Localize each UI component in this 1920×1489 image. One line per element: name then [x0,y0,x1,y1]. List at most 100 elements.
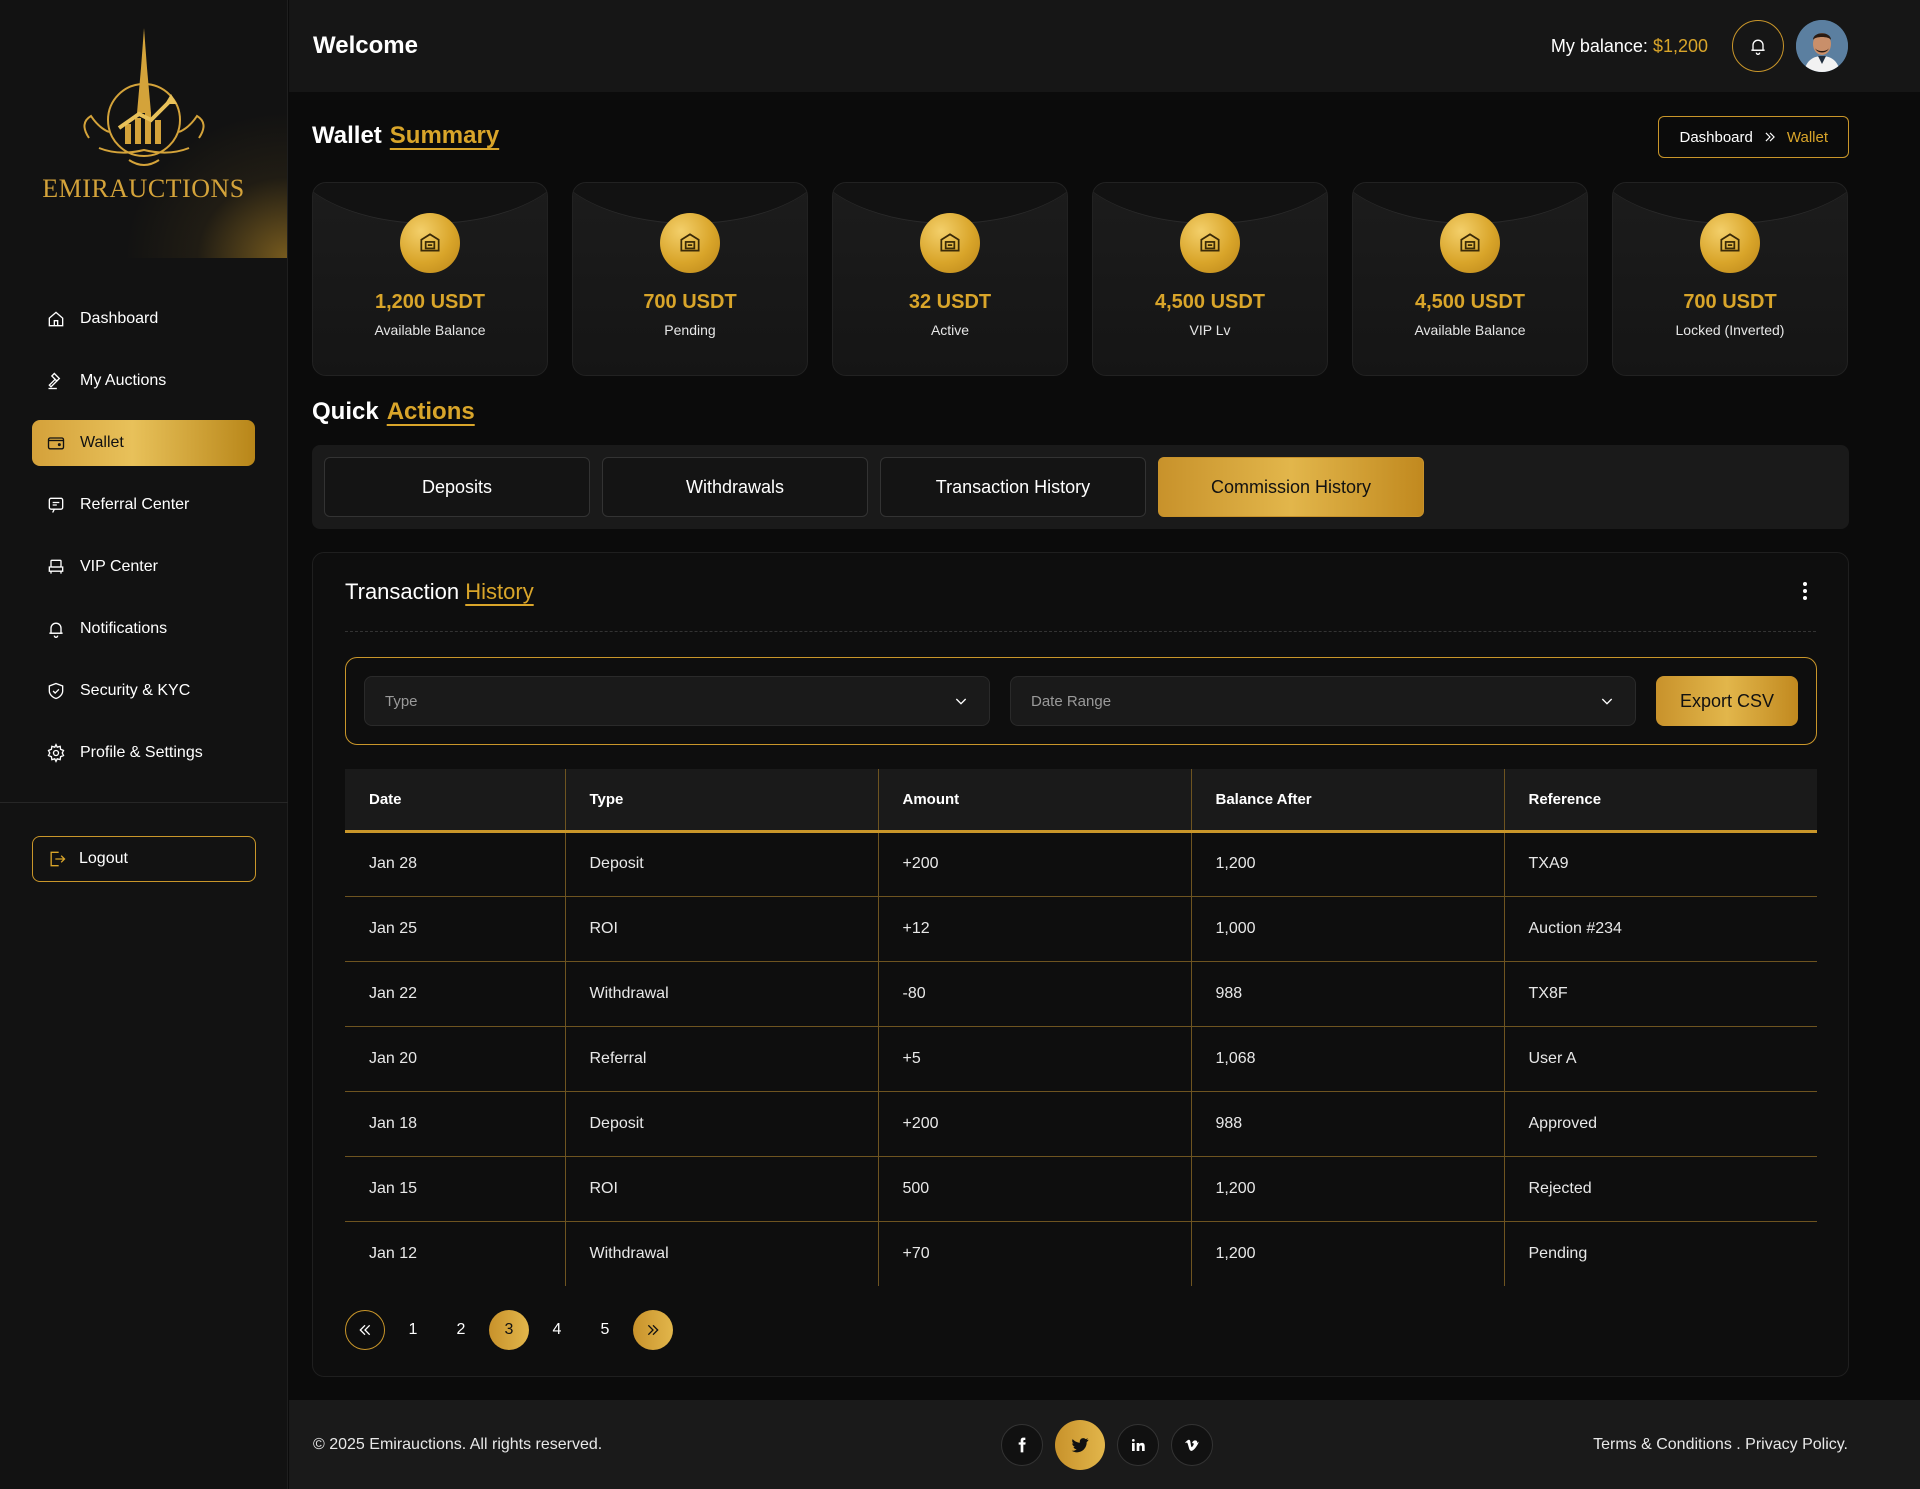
summary-cards: 1,200 USDT Available Balance 700 USDT Pe… [312,182,1848,376]
export-csv-button[interactable]: Export CSV [1656,676,1798,726]
card-label: Locked (Inverted) [1675,322,1785,338]
top-header: Welcome My balance: $1,200 [289,0,1920,92]
card-value: 4,500 USDT [1414,291,1526,313]
dashed-divider [345,631,1816,632]
table-cell: Withdrawal [564,961,878,1027]
table-row: Jan 15 ROI 500 1,200 Rejected [345,1156,1817,1222]
sidebar-item-label: Referral Center [80,496,190,513]
sidebar-item-referral-center[interactable]: Referral Center [32,482,255,528]
tab-withdrawals[interactable]: Withdrawals [602,457,868,517]
tab-deposits[interactable]: Deposits [324,457,590,517]
quick-actions-tabs: Deposits Withdrawals Transaction History… [312,445,1849,529]
table-cell: Jan 28 [345,831,565,897]
column-header: Date [345,769,565,833]
facebook-link[interactable] [1001,1424,1043,1466]
table-cell: ROI [564,1156,878,1222]
table-cell: +70 [877,1221,1191,1286]
table-header-row: Date Type Amount Balance After Reference [345,769,1817,833]
sidebar-item-wallet[interactable]: Wallet [32,420,255,466]
column-header: Reference [1503,769,1817,833]
summary-card: 32 USDT Active [832,182,1068,376]
next-page-button[interactable] [633,1310,673,1350]
chevron-down-icon [955,698,967,705]
table-cell: +12 [877,896,1191,962]
facebook-icon [1018,1437,1026,1453]
legal-links[interactable]: Terms & Conditions . Privacy Policy. [1593,1436,1848,1454]
linkedin-link[interactable] [1117,1424,1159,1466]
card-label: VIP Lv [1189,322,1231,338]
table-row: Jan 20 Referral +5 1,068 User A [345,1026,1817,1092]
table-cell: Approved [1503,1091,1817,1157]
table-row: Jan 12 Withdrawal +70 1,200 Pending [345,1221,1817,1286]
logout-icon [50,851,66,867]
wallet-summary-title: Wallet Summary [312,122,499,150]
title-part: Transaction [345,579,460,604]
sidebar: EMIRAUCTIONS Dashboard My Auctions Walle… [0,0,288,1489]
table-cell: Jan 20 [345,1026,565,1092]
gavel-icon [48,372,61,390]
table-cell: TXA9 [1503,831,1817,897]
vault-icon [1180,213,1240,273]
brand-name: EMIRAUCTIONS [42,174,245,203]
vault-icon [1440,213,1500,273]
title-accent: Actions [386,398,475,425]
card-label: Pending [664,322,716,338]
breadcrumb: Dashboard Wallet [1658,116,1849,158]
logo[interactable]: EMIRAUCTIONS [0,0,287,258]
vault-icon [400,213,460,273]
breadcrumb-dashboard-link[interactable]: Dashboard [1679,129,1752,146]
date-range-select[interactable]: Date Range [1010,676,1636,726]
card-value: 700 USDT [1683,291,1777,313]
user-avatar-icon [1796,20,1848,72]
copyright: © 2025 Emirauctions. All rights reserved… [313,1435,603,1453]
table-cell: Rejected [1503,1156,1817,1222]
table-cell: 1,000 [1190,896,1504,962]
sidebar-item-vip-center[interactable]: VIP Center [32,544,255,590]
title-accent: History [465,579,534,604]
logout-button[interactable]: Logout [32,836,256,882]
balance-label: My balance: [1550,35,1648,56]
table-cell: 1,200 [1190,831,1504,897]
twitter-link[interactable] [1055,1420,1105,1470]
sidebar-item-profile-settings[interactable]: Profile & Settings [32,730,255,776]
table-row: Jan 18 Deposit +200 988 Approved [345,1091,1817,1157]
summary-card: 4,500 USDT VIP Lv [1092,182,1328,376]
page-button[interactable]: 5 [585,1310,625,1350]
vault-icon [920,213,980,273]
page-button[interactable]: 1 [393,1310,433,1350]
sidebar-item-security-kyc[interactable]: Security & KYC [32,668,255,714]
sidebar-item-notifications[interactable]: Notifications [32,606,255,652]
title-accent: Summary [389,122,500,149]
more-options-button[interactable] [1802,581,1808,606]
double-chevron-left-icon [359,1324,371,1336]
vimeo-link[interactable] [1171,1424,1213,1466]
quick-actions-title: Quick Actions [312,398,475,426]
table-cell: 500 [877,1156,1191,1222]
avatar[interactable] [1796,20,1848,72]
page-button-current[interactable]: 3 [489,1310,529,1350]
sidebar-item-label: Wallet [80,434,124,451]
linkedin-icon [1132,1439,1145,1451]
wallet-icon [47,437,65,450]
bell-icon [49,622,63,638]
referral-icon [48,497,64,513]
sidebar-item-my-auctions[interactable]: My Auctions [32,358,255,404]
page-button[interactable]: 2 [441,1310,481,1350]
kebab-menu-icon [1803,582,1807,600]
sidebar-item-label: Dashboard [80,310,159,327]
balance-value: $1,200 [1652,35,1708,56]
tab-commission-history[interactable]: Commission History [1158,457,1424,517]
notifications-button[interactable] [1732,20,1784,72]
type-select[interactable]: Type [364,676,990,726]
prev-page-button[interactable] [345,1310,385,1350]
title-part: Quick [312,398,379,425]
card-value: 4,500 USDT [1154,291,1266,313]
vimeo-icon [1185,1439,1199,1451]
table-cell: Auction #234 [1503,896,1817,962]
table-cell: Deposit [564,1091,878,1157]
tab-transaction-history[interactable]: Transaction History [880,457,1146,517]
summary-card: 1,200 USDT Available Balance [312,182,548,376]
table-cell: +200 [877,831,1191,897]
page-button[interactable]: 4 [537,1310,577,1350]
sidebar-item-dashboard[interactable]: Dashboard [32,296,255,342]
